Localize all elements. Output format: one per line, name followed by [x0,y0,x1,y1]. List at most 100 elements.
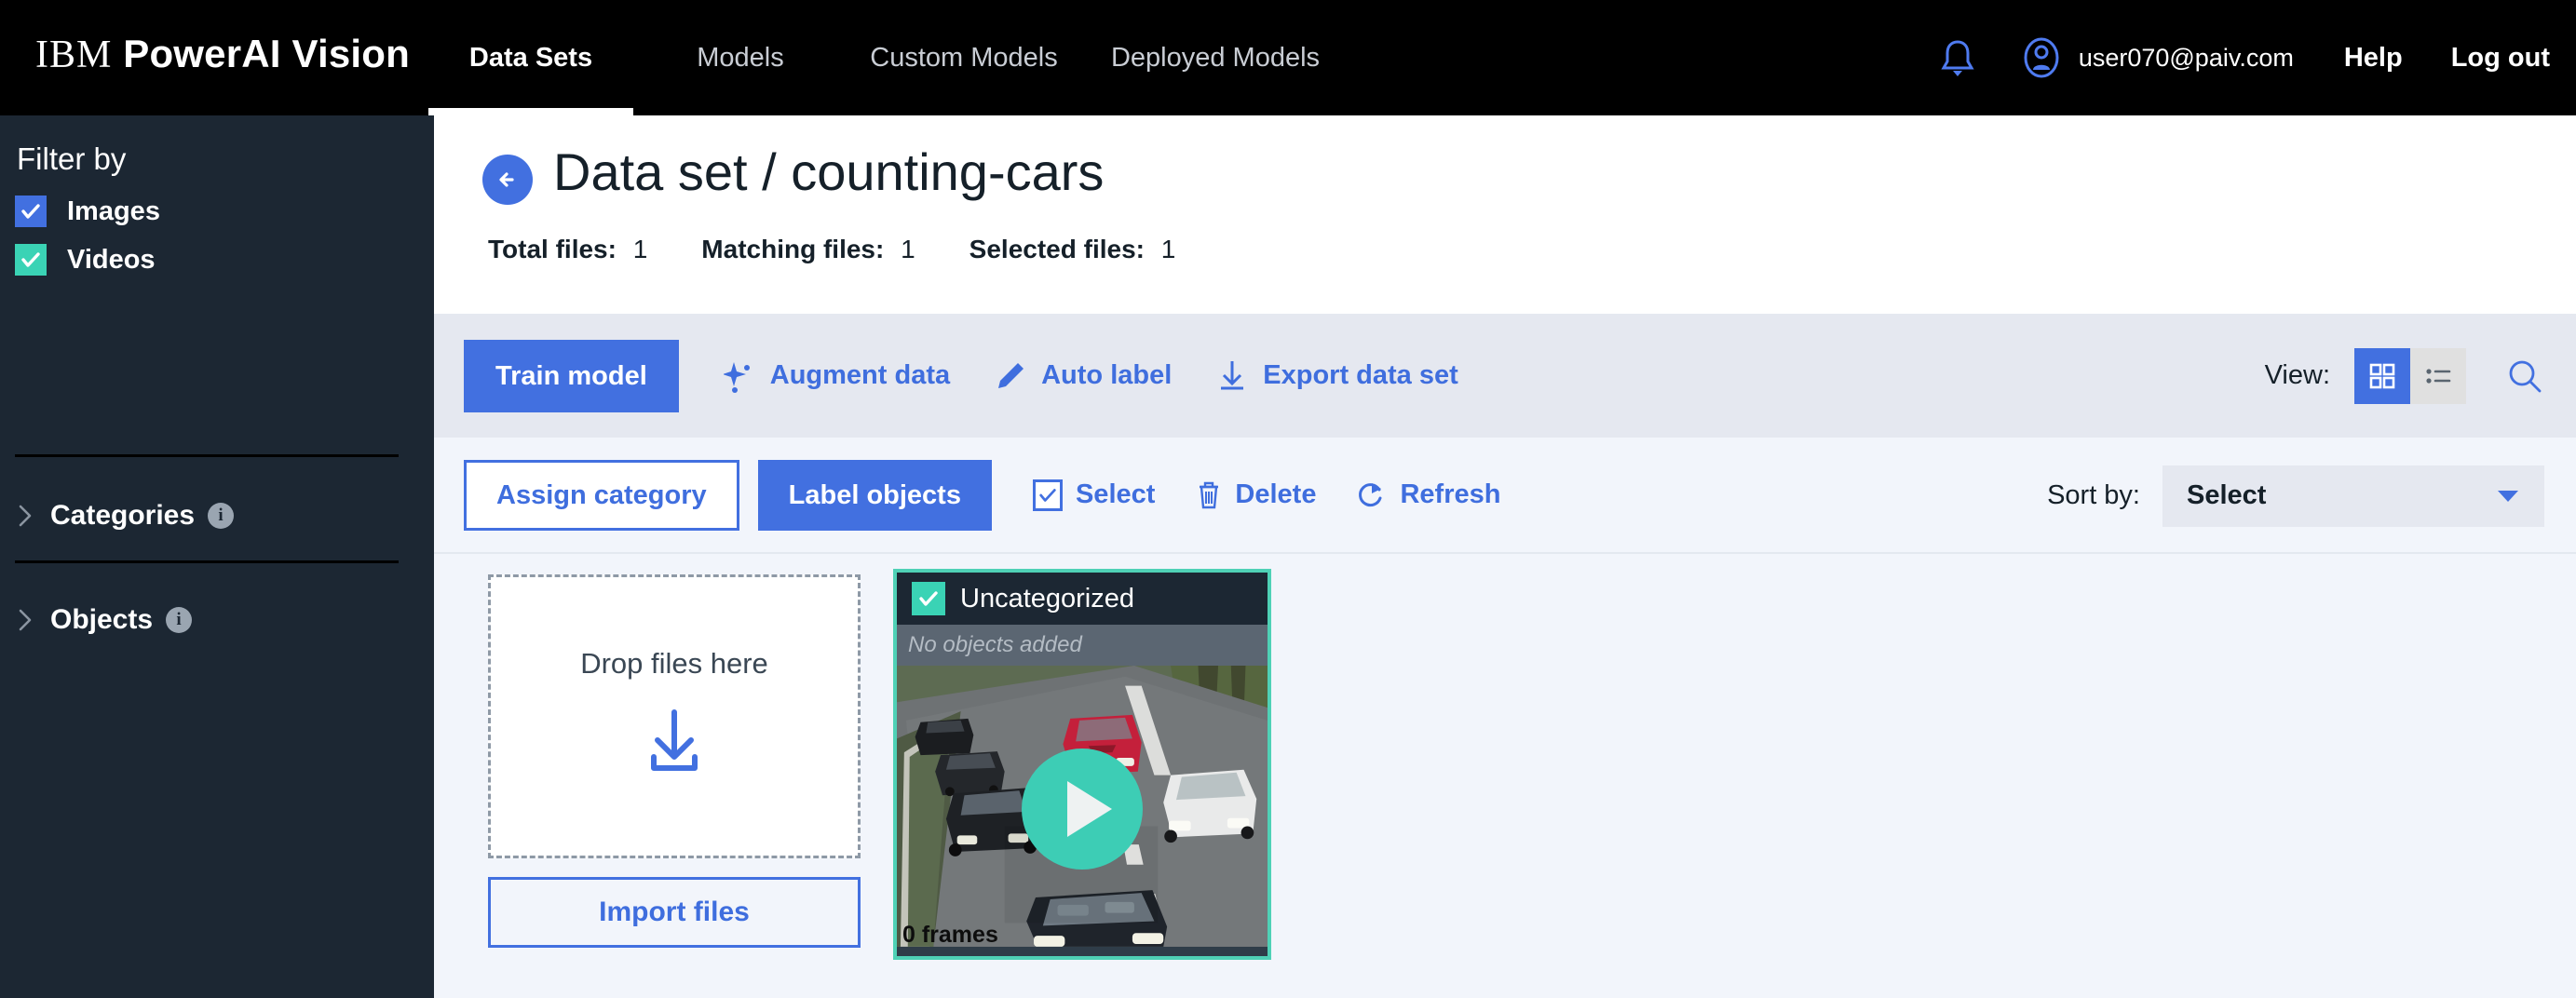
download-icon [1216,358,1248,394]
sort-by-select[interactable]: Select [2162,465,2544,527]
sort-by-group: Sort by: Select [2047,438,2544,554]
refresh-icon [1357,479,1387,511]
nav-item-models[interactable]: Models [633,0,847,115]
filter-by-title: Filter by [17,142,127,176]
sidebar-section-label: Objects [50,604,154,635]
app-brand: IBM PowerAI Vision [35,32,410,77]
grid-view-icon[interactable] [2354,347,2410,404]
view-toggle-group: View: [2265,314,2544,438]
label-objects-button[interactable]: Label objects [757,459,992,531]
sidebar-section-categories[interactable]: Categories i [13,500,235,532]
import-files-button[interactable]: Import files [488,877,861,948]
nav-item-label: Custom Models [870,42,1058,73]
filter-sidebar: Filter by Images Videos Categories i Obj… [0,115,434,998]
select-label: Select [1075,479,1156,509]
info-icon[interactable]: i [208,503,235,529]
sort-by-label: Sort by: [2047,480,2140,510]
card-checkbox-checked-icon[interactable] [912,582,945,615]
back-arrow-icon[interactable] [482,155,533,205]
action-label: Augment data [769,360,951,390]
action-toolbar: Assign category Label objects Select Del… [434,438,2576,554]
gallery-bottom-strip [434,963,2576,998]
count-selected-files: Selected files: 1 [969,235,1176,264]
play-icon[interactable] [1022,748,1143,870]
chevron-right-icon [13,504,37,528]
select-all-toggle[interactable]: Select [1032,479,1156,511]
card-objects-label: No objects added [908,632,1082,657]
nav-item-label: Models [697,42,784,73]
filter-checkbox-images[interactable]: Images [15,196,160,227]
brand-product: PowerAI Vision [123,32,411,75]
nav-item-label: Data Sets [468,42,593,73]
count-total-files: Total files: 1 [488,235,647,264]
header-right-group: user070@paiv.com Help Log out [1939,0,2550,115]
count-value: 1 [1160,235,1176,263]
primary-toolbar: Train model Augment data Auto label Expo… [434,314,2576,438]
count-value: 1 [901,235,915,263]
card-objects-bar: No objects added [897,625,1268,666]
nav-item-deployed-models[interactable]: Deployed Models [1080,0,1350,115]
count-label: Total files: [488,235,617,263]
info-icon[interactable]: i [166,607,193,633]
upload-column: Drop files here Import files [488,574,861,948]
pencil-icon [995,360,1026,392]
refresh-label: Refresh [1400,479,1501,509]
action-label: Export data set [1263,360,1458,390]
augment-data-button[interactable]: Augment data [723,358,951,394]
page-title: Data set / counting-cars [553,142,1105,201]
checkbox-checked-icon [1032,479,1063,511]
filter-checkbox-videos[interactable]: Videos [15,244,156,276]
checkbox-checked-icon [15,244,47,276]
sidebar-divider [15,560,399,563]
sidebar-divider [15,454,399,457]
refresh-button[interactable]: Refresh [1357,479,1500,511]
download-into-tray-icon [639,705,710,786]
filter-label: Videos [67,244,156,275]
card-header: Uncategorized [897,573,1268,625]
count-matching-files: Matching files: 1 [701,235,915,264]
card-frames-label: 0 frames [902,922,998,948]
sparkle-icon [723,358,755,394]
auto-label-button[interactable]: Auto label [995,360,1172,392]
user-email-label: user070@paiv.com [2078,43,2294,72]
help-link[interactable]: Help [2344,43,2403,74]
main-nav: Data Sets Models Custom Models Deployed … [428,0,1350,115]
export-data-set-button[interactable]: Export data set [1216,358,1458,394]
file-card[interactable]: Uncategorized No objects added 0 frames [893,569,1271,960]
count-label: Matching files: [701,235,885,263]
notification-bell-icon[interactable] [1939,37,1976,78]
delete-label: Delete [1235,479,1317,509]
main-content: Data set / counting-cars Total files: 1 … [434,115,2576,998]
list-view-icon[interactable] [2410,347,2466,404]
sidebar-section-objects[interactable]: Objects i [13,604,193,636]
brand-ibm: IBM [35,34,113,76]
drop-files-zone[interactable]: Drop files here [488,574,861,858]
train-model-button[interactable]: Train model [464,339,679,412]
chevron-right-icon [13,608,37,632]
filter-label: Images [67,196,160,226]
logout-link[interactable]: Log out [2451,43,2550,74]
search-icon[interactable] [2505,357,2544,396]
sort-by-value: Select [2187,480,2267,510]
view-label: View: [2264,360,2330,390]
delete-button[interactable]: Delete [1196,479,1316,511]
drop-files-label: Drop files here [580,647,768,680]
checkbox-checked-icon [15,196,47,227]
count-label: Selected files: [969,235,1145,263]
sidebar-section-label: Categories [50,500,196,531]
user-avatar-icon[interactable] [2021,35,2062,80]
page-header: Data set / counting-cars Total files: 1 … [434,115,2576,314]
nav-item-custom-models[interactable]: Custom Models [847,0,1080,115]
file-gallery: Drop files here Import files Uncategoriz… [434,554,2576,998]
card-category-label: Uncategorized [960,583,1134,614]
app-header: IBM PowerAI Vision Data Sets Models Cust… [0,0,2576,115]
nav-item-label: Deployed Models [1110,42,1321,73]
card-thumbnail[interactable]: 0 frames [897,666,1268,952]
count-value: 1 [632,235,648,263]
chevron-down-icon [2496,488,2520,505]
nav-item-data-sets[interactable]: Data Sets [428,0,633,115]
trash-icon [1196,479,1222,511]
assign-category-button[interactable]: Assign category [464,459,739,531]
file-counts: Total files: 1 Matching files: 1 Selecte… [488,235,1229,264]
action-label: Auto label [1041,360,1173,390]
